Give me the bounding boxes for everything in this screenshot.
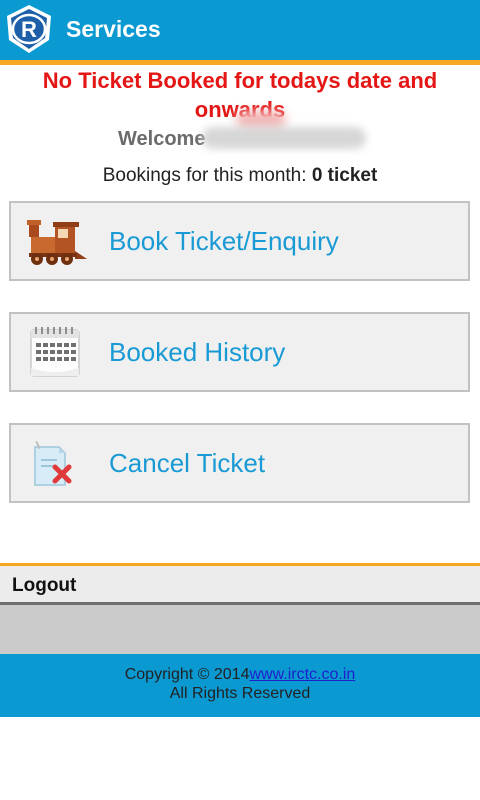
irctc-logo-icon: R: [7, 5, 51, 53]
header-accent-line: [0, 60, 480, 65]
logout-bar[interactable]: Logout: [0, 563, 480, 605]
footer: Copyright © 2014www.irctc.co.in All Righ…: [0, 654, 480, 717]
calendar-icon: [30, 327, 80, 377]
book-ticket-label: Book Ticket/Enquiry: [109, 226, 339, 256]
booked-history-label: Booked History: [109, 337, 286, 367]
booked-history-button[interactable]: Booked History: [9, 312, 470, 392]
copyright-line: Copyright © 2014www.irctc.co.in: [0, 665, 480, 684]
train-icon: [27, 220, 87, 265]
cancel-ticket-icon: [34, 440, 72, 486]
svg-text:R: R: [21, 17, 37, 42]
book-ticket-button[interactable]: Book Ticket/Enquiry: [9, 201, 470, 281]
gray-spacer: [0, 605, 480, 654]
logout-link[interactable]: Logout: [12, 573, 76, 599]
welcome-row: Welcome: [0, 111, 480, 153]
bookings-summary: Bookings for this month: 0 ticket: [0, 162, 480, 190]
copyright-text: Copyright © 2014: [124, 666, 250, 683]
bookings-count: 0 ticket: [311, 165, 378, 186]
welcome-label: Welcome: [118, 128, 206, 150]
cancel-ticket-button[interactable]: Cancel Ticket: [9, 423, 470, 503]
cancel-ticket-label: Cancel Ticket: [109, 448, 266, 478]
bookings-label: Bookings for this month:: [102, 165, 307, 186]
page-title: Services: [66, 16, 161, 42]
irctc-website-link[interactable]: www.irctc.co.in: [249, 666, 355, 683]
app-header: R Services: [0, 0, 480, 60]
user-name-redacted: [202, 127, 366, 149]
rights-text: All Rights Reserved: [169, 685, 311, 702]
